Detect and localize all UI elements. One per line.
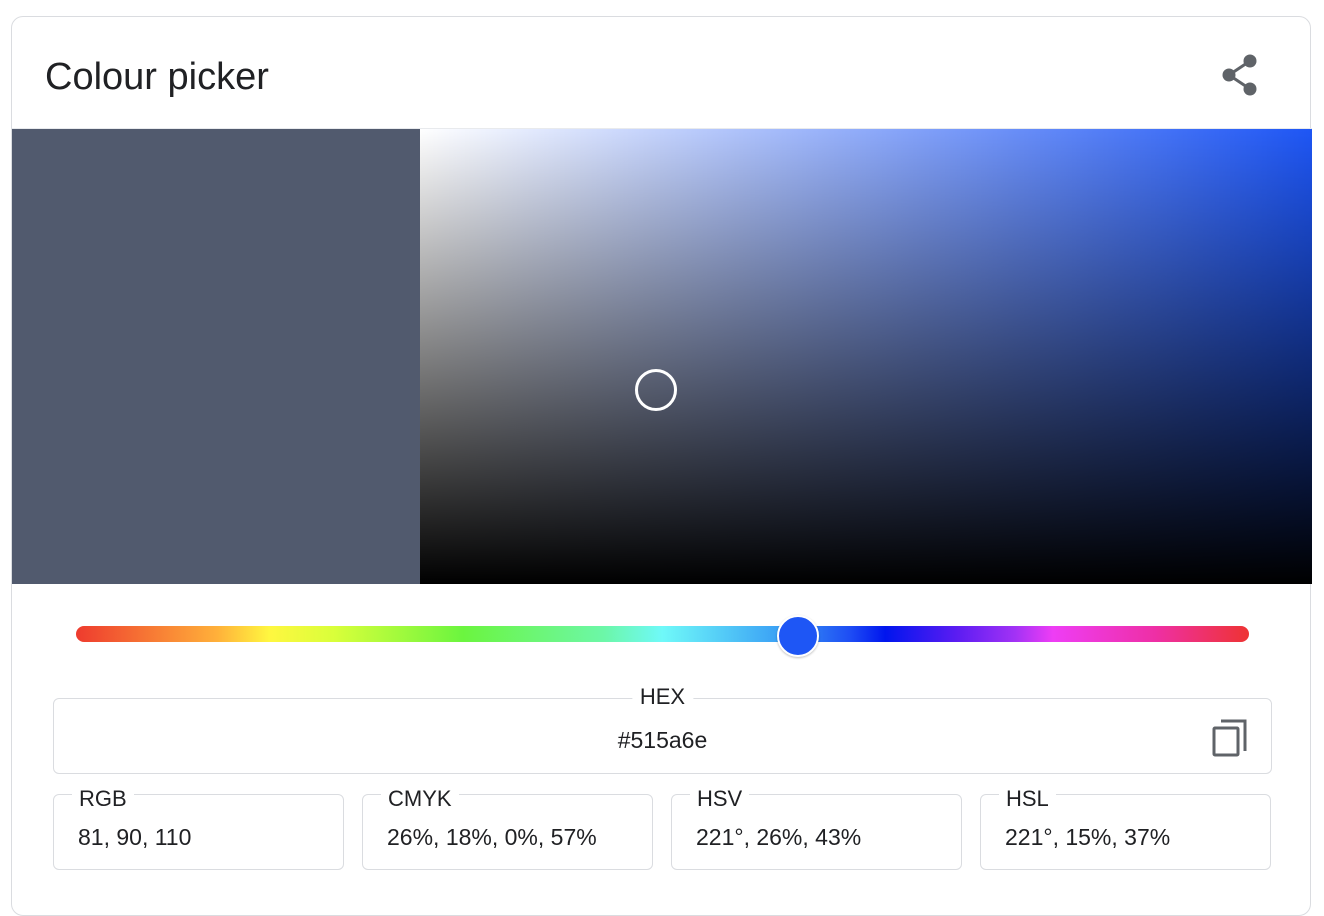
cmyk-label: CMYK: [381, 786, 459, 812]
hsv-value[interactable]: 221°, 26%, 43%: [696, 823, 861, 851]
hue-slider-track[interactable]: [76, 626, 1249, 642]
hsl-value[interactable]: 221°, 15%, 37%: [1005, 823, 1170, 851]
picker-area: [12, 128, 1312, 584]
rgb-value[interactable]: 81, 90, 110: [78, 823, 191, 851]
hsv-label: HSV: [690, 786, 750, 812]
saturation-value-handle[interactable]: [635, 369, 677, 411]
value-gradient: [420, 129, 1312, 584]
hex-label: HEX: [631, 684, 694, 710]
share-icon: [1222, 54, 1257, 96]
share-button[interactable]: [1218, 53, 1262, 97]
hsl-label: HSL: [999, 786, 1056, 812]
copy-button[interactable]: [1209, 714, 1251, 758]
hex-field[interactable]: HEX #515a6e: [53, 684, 1272, 774]
hsl-field[interactable]: HSL 221°, 15%, 37%: [980, 786, 1271, 870]
hex-value[interactable]: #515a6e: [54, 726, 1271, 754]
copy-icon: [1212, 719, 1247, 757]
card-title: Colour picker: [45, 56, 269, 98]
hue-slider-handle[interactable]: [777, 615, 819, 657]
colour-picker-card: Colour picker HEX #515a6e RGB 81, 90, 11…: [11, 16, 1312, 916]
hsv-field[interactable]: HSV 221°, 26%, 43%: [671, 786, 962, 870]
cmyk-field[interactable]: CMYK 26%, 18%, 0%, 57%: [362, 786, 653, 870]
rgb-label: RGB: [72, 786, 134, 812]
cmyk-value[interactable]: 26%, 18%, 0%, 57%: [387, 823, 597, 851]
rgb-field[interactable]: RGB 81, 90, 110: [53, 786, 344, 870]
saturation-value-canvas[interactable]: [420, 129, 1312, 584]
selected-colour-swatch: [12, 129, 420, 584]
